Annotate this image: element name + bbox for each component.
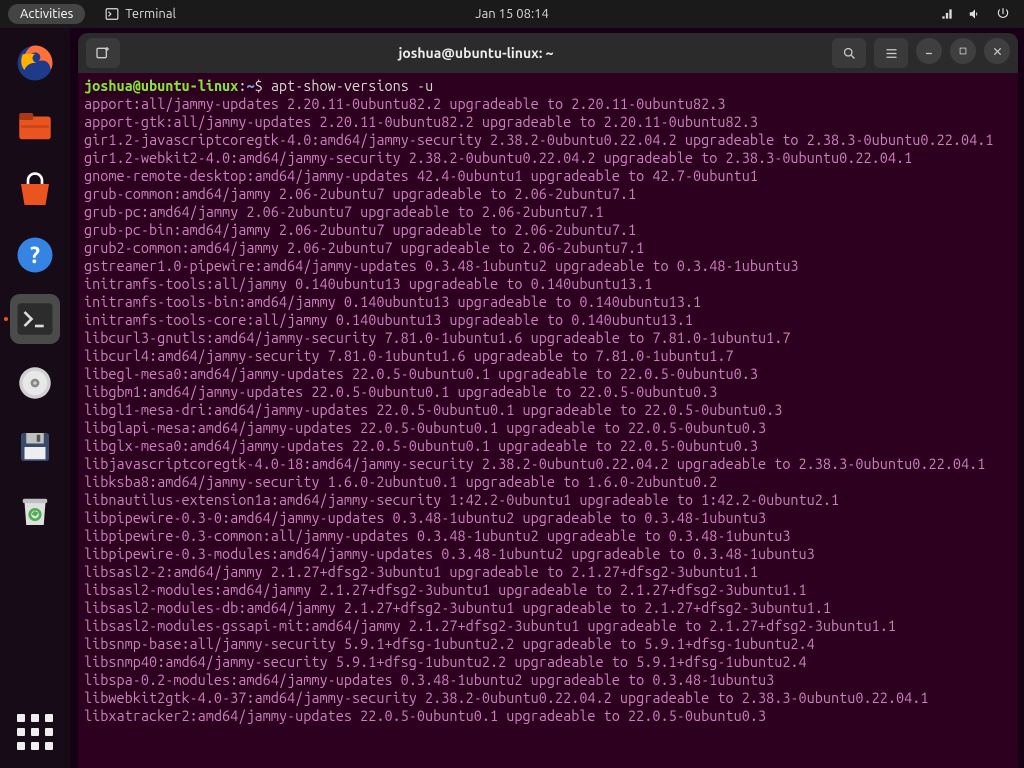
firefox-icon (14, 42, 56, 84)
dock-save[interactable] (10, 422, 60, 472)
dock-software[interactable] (10, 166, 60, 216)
window-titlebar[interactable]: joshua@ubuntu-linux: ~ (78, 33, 1018, 73)
disk-icon (14, 362, 56, 404)
search-button[interactable] (832, 38, 866, 68)
close-icon (992, 46, 1003, 57)
software-icon (14, 170, 56, 212)
terminal-window: joshua@ubuntu-linux: ~ joshua@ubuntu-lin… (78, 33, 1018, 768)
topbar-app-label: Terminal (125, 7, 176, 21)
dock-firefox[interactable] (10, 38, 60, 88)
power-icon[interactable] (996, 7, 1010, 21)
window-title: joshua@ubuntu-linux: ~ (128, 45, 824, 61)
new-tab-button[interactable] (86, 38, 120, 68)
svg-text:?: ? (30, 243, 40, 268)
minimize-button[interactable] (916, 38, 942, 64)
show-applications[interactable] (17, 714, 53, 750)
files-icon (14, 106, 56, 148)
dock-files[interactable] (10, 102, 60, 152)
terminal-icon (105, 7, 119, 21)
dock-trash[interactable] (10, 486, 60, 536)
hamburger-menu[interactable] (874, 38, 908, 68)
activities-button[interactable]: Activities (8, 4, 85, 24)
volume-icon[interactable] (968, 7, 982, 21)
search-icon (842, 46, 857, 61)
maximize-icon (958, 46, 968, 56)
hamburger-icon (884, 46, 899, 61)
dock: ? (0, 28, 70, 768)
trash-icon (14, 490, 56, 532)
dock-disk[interactable] (10, 358, 60, 408)
clock[interactable]: Jan 15 08:14 (475, 7, 549, 21)
topbar-app-menu[interactable]: Terminal (105, 7, 176, 21)
gnome-topbar: Activities Terminal Jan 15 08:14 (0, 0, 1024, 28)
network-icon[interactable] (940, 7, 954, 21)
help-icon: ? (14, 234, 56, 276)
new-tab-icon (95, 45, 111, 61)
dock-terminal[interactable] (10, 294, 60, 344)
close-button[interactable] (984, 38, 1010, 64)
minimize-icon (924, 46, 934, 56)
dock-help[interactable]: ? (10, 230, 60, 280)
terminal-content[interactable]: joshua@ubuntu-linux:~$ apt-show-versions… (78, 73, 1018, 768)
maximize-button[interactable] (950, 38, 976, 64)
terminal-app-icon (14, 298, 56, 340)
floppy-icon (14, 426, 56, 468)
